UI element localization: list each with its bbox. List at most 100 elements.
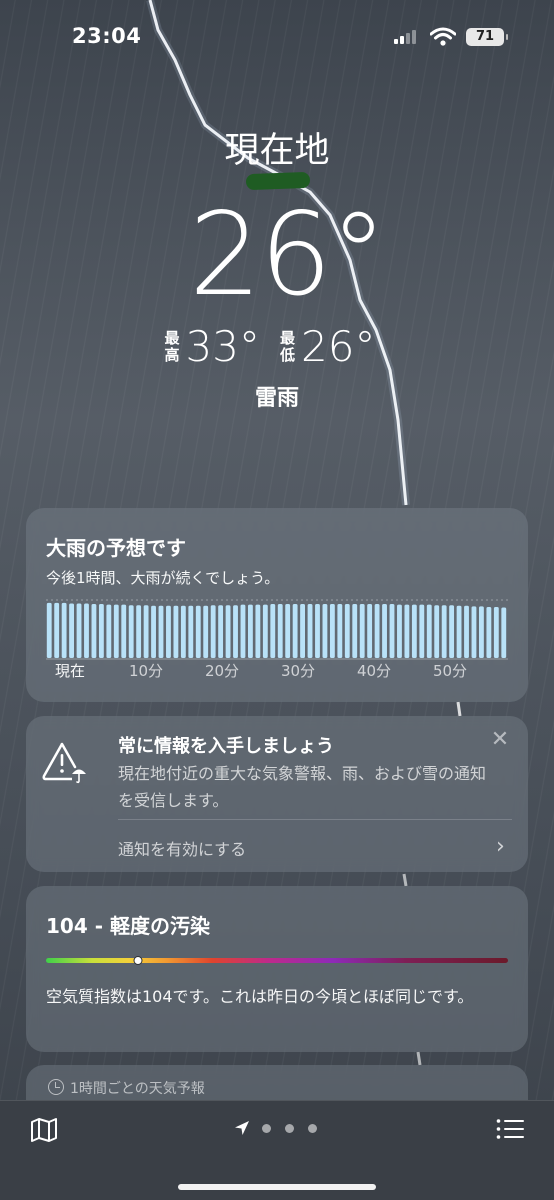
precipitation-bar — [419, 604, 425, 658]
precipitation-bar — [69, 603, 74, 658]
time-tick-label: 現在 — [54, 662, 86, 680]
low-temperature: 26° — [301, 322, 376, 371]
precipitation-bar — [203, 605, 209, 658]
air-quality-indicator — [133, 956, 143, 965]
high-label: 最 高 — [164, 328, 180, 364]
precipitation-bar — [315, 604, 320, 658]
precipitation-bar — [352, 604, 358, 658]
precipitation-time-axis: 現在 10分 20分 30分 40分 50分 — [46, 660, 508, 684]
high-low-temperatures: 最 高 33° 最 低 26° — [0, 322, 554, 371]
battery-icon: 71 — [466, 28, 508, 46]
clock-icon — [48, 1079, 64, 1095]
hourly-forecast-label: 1時間ごとの天気予報 — [70, 1081, 205, 1097]
precipitation-bar — [382, 604, 387, 658]
precipitation-bar — [389, 604, 395, 658]
high-temperature: 33° — [185, 322, 260, 371]
precipitation-title: 大雨の予想です — [46, 536, 186, 560]
precipitation-bar — [426, 604, 432, 658]
precipitation-bar — [54, 602, 60, 658]
precipitation-bar — [322, 604, 328, 658]
precipitation-bar — [173, 605, 179, 658]
precipitation-bar — [285, 604, 291, 658]
precipitation-bar — [76, 603, 82, 658]
precipitation-bar — [300, 604, 305, 658]
current-temperature: 26° — [188, 188, 387, 321]
precipitation-bar — [255, 604, 261, 658]
precipitation-bar — [151, 605, 156, 658]
notification-title: 常に情報を入手しましょう — [118, 736, 334, 757]
notification-body: 現在地付近の重大な気象警報、雨、および雪の通知を受信します。 — [118, 764, 487, 810]
page-dot[interactable] — [308, 1124, 317, 1133]
precipitation-bar — [106, 604, 112, 658]
precipitation-bar — [404, 604, 410, 658]
time-tick-label: 20分 — [204, 662, 240, 680]
chevron-right-icon[interactable]: › — [496, 834, 505, 859]
precipitation-bar — [143, 605, 149, 658]
precipitation-bar — [344, 604, 350, 658]
precipitation-bar — [188, 605, 194, 658]
precipitation-bar — [210, 605, 216, 658]
cellular-signal-icon — [394, 30, 416, 44]
precipitation-bar — [277, 604, 283, 658]
enable-notifications-button[interactable]: 通知を有効にする — [118, 836, 246, 860]
map-icon[interactable] — [30, 1117, 58, 1143]
precipitation-bar — [113, 604, 119, 658]
precipitation-bar — [367, 604, 373, 658]
precipitation-bar — [411, 604, 417, 658]
time-tick-label: 50分 — [432, 662, 468, 680]
precipitation-chart — [46, 599, 508, 660]
weather-condition: 雷雨 — [254, 386, 299, 411]
wifi-icon — [430, 27, 456, 46]
precipitation-bar — [337, 604, 343, 658]
location-arrow-icon[interactable] — [234, 1120, 250, 1136]
precipitation-bar — [121, 604, 127, 658]
precipitation-bar — [456, 605, 462, 658]
air-quality-scale — [46, 958, 508, 963]
page-dot[interactable] — [285, 1124, 294, 1133]
air-quality-card[interactable]: 104 - 軽度の汚染 空気質指数は104です。これは昨日の今頃とほぼ同じです。 — [26, 886, 528, 1052]
precipitation-bar — [225, 605, 231, 658]
page-dot[interactable] — [262, 1124, 271, 1133]
precipitation-card[interactable]: 大雨の予想です 今後1時間、大雨が続くでしょう。 現在 10分 20分 30分 40分 5… — [26, 508, 528, 702]
precipitation-bar — [98, 604, 104, 658]
precipitation-bar — [218, 605, 224, 658]
precipitation-bar — [493, 606, 499, 658]
notification-card[interactable]: 常に情報を入手しましょう 現在地付近の重大な気象警報、雨、および雪の通知を受信し… — [26, 716, 528, 872]
precipitation-bar — [329, 604, 335, 658]
air-quality-description: 空気質指数は104です。これは昨日の今頃とほぼ同じです。 — [46, 987, 474, 1006]
precipitation-bar — [61, 602, 67, 658]
precipitation-bar — [166, 605, 171, 658]
precipitation-bar — [247, 604, 253, 658]
air-quality-title: 104 - 軽度の汚染 — [46, 914, 210, 938]
list-icon[interactable] — [496, 1118, 524, 1140]
precipitation-bar — [464, 605, 469, 658]
precipitation-bar — [233, 605, 238, 658]
precipitation-bar — [501, 607, 507, 658]
location-name: 現在地 — [224, 131, 330, 171]
warning-umbrella-icon — [42, 742, 86, 784]
precipitation-bar — [158, 605, 164, 658]
close-icon[interactable]: ✕ — [488, 728, 512, 752]
precipitation-bar — [46, 602, 52, 658]
time-tick-label: 30分 — [280, 662, 316, 680]
precipitation-bar — [128, 605, 134, 658]
precipitation-bar — [292, 604, 298, 658]
precipitation-bar — [374, 604, 380, 658]
precipitation-bar — [478, 606, 484, 658]
divider — [118, 819, 512, 820]
bottom-toolbar — [0, 1100, 554, 1200]
precipitation-bar — [434, 605, 440, 658]
precipitation-bar — [471, 606, 477, 658]
precipitation-bar — [84, 603, 89, 658]
low-label: 最 低 — [280, 328, 296, 364]
precipitation-bar — [180, 605, 186, 658]
home-indicator[interactable] — [178, 1184, 376, 1190]
precipitation-bar — [486, 606, 492, 658]
precipitation-bar — [91, 604, 97, 658]
precipitation-bar — [397, 604, 402, 658]
precipitation-bar — [262, 604, 268, 658]
precipitation-bar — [359, 604, 365, 658]
precipitation-bar — [136, 605, 142, 658]
precipitation-bar — [270, 604, 276, 658]
precipitation-subtitle: 今後1時間、大雨が続くでしょう。 — [46, 569, 280, 587]
